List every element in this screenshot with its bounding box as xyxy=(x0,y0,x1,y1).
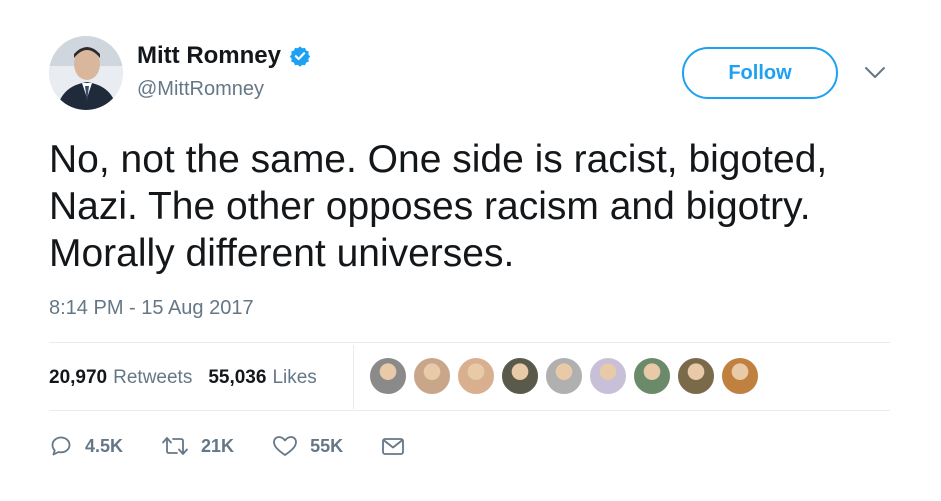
liker-avatar[interactable] xyxy=(369,357,407,395)
liker-avatar[interactable] xyxy=(677,357,715,395)
author-name-row: Mitt Romney xyxy=(137,42,311,70)
tweet-actions: 4.5K 21K 55K xyxy=(49,434,443,458)
like-count: 55K xyxy=(310,435,344,456)
likes-label[interactable]: Likes xyxy=(272,367,316,389)
liker-avatar[interactable] xyxy=(457,357,495,395)
liker-avatar[interactable] xyxy=(413,357,451,395)
like-action[interactable]: 55K xyxy=(272,434,343,458)
liker-avatar[interactable] xyxy=(501,357,539,395)
liker-avatar[interactable] xyxy=(545,357,583,395)
retweet-count: 21K xyxy=(201,435,235,456)
avatar-image xyxy=(49,36,123,110)
divider-top xyxy=(49,342,890,343)
liker-avatars xyxy=(369,357,765,395)
likes-count[interactable]: 55,036 xyxy=(208,367,266,389)
reply-action[interactable]: 4.5K xyxy=(49,434,123,458)
stats-divider xyxy=(353,345,354,409)
follow-button[interactable]: Follow xyxy=(682,47,838,99)
reply-icon[interactable] xyxy=(49,434,73,458)
liker-avatar[interactable] xyxy=(721,357,759,395)
liker-avatar[interactable] xyxy=(589,357,627,395)
retweet-action[interactable]: 21K xyxy=(161,434,234,458)
avatar[interactable] xyxy=(49,36,123,110)
message-action[interactable] xyxy=(381,435,405,457)
user-handle[interactable]: @MittRomney xyxy=(137,78,264,101)
tweet-text: No, not the same. One side is racist, bi… xyxy=(49,138,828,275)
retweet-icon[interactable] xyxy=(161,434,189,458)
retweets-count[interactable]: 20,970 xyxy=(49,367,107,389)
chevron-down-icon[interactable] xyxy=(864,66,886,80)
tweet-timestamp[interactable]: 8:14 PM - 15 Aug 2017 xyxy=(49,297,254,320)
liker-avatar[interactable] xyxy=(633,357,671,395)
display-name[interactable]: Mitt Romney xyxy=(137,42,281,70)
heart-icon[interactable] xyxy=(272,434,298,458)
retweets-label[interactable]: Retweets xyxy=(113,367,192,389)
tweet-stats: 20,970 Retweets 55,036 Likes xyxy=(49,367,317,389)
envelope-icon[interactable] xyxy=(381,435,405,457)
divider-bottom xyxy=(49,410,890,411)
verified-badge-icon xyxy=(289,46,311,67)
reply-count: 4.5K xyxy=(85,435,124,456)
